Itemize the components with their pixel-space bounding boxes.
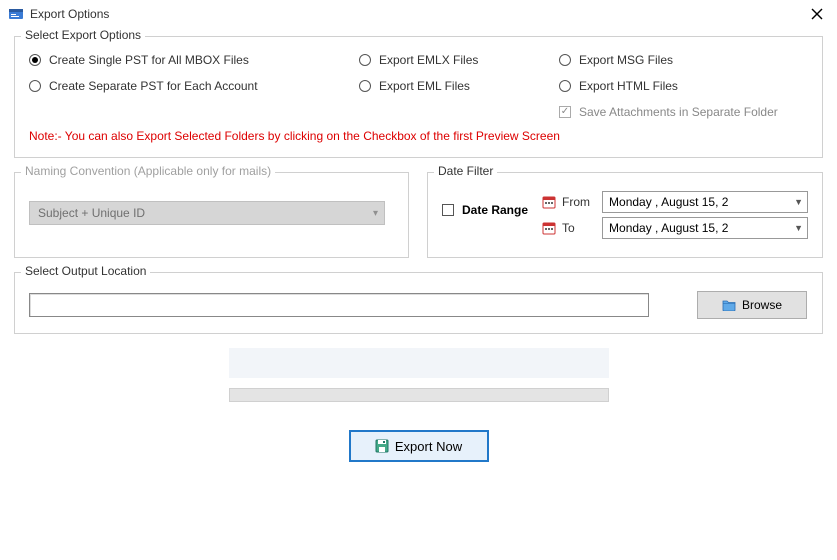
radio-icon (359, 54, 371, 66)
export-now-label: Export Now (395, 439, 462, 454)
radio-separate-pst[interactable]: Create Separate PST for Each Account (29, 79, 359, 93)
date-range-label: Date Range (462, 203, 528, 217)
radio-label: Create Separate PST for Each Account (49, 79, 258, 93)
save-attachments-checkbox: Save Attachments in Separate Folder (559, 105, 808, 119)
radio-icon (559, 80, 571, 92)
date-filter-group: Date Filter Date Range From Monday , Aug… (427, 172, 823, 258)
checkbox-icon (559, 106, 571, 118)
radio-icon (559, 54, 571, 66)
date-from-value: Monday , August 15, 2 (609, 195, 728, 209)
browse-button[interactable]: Browse (697, 291, 807, 319)
window-title: Export Options (30, 7, 109, 21)
naming-convention-select: Subject + Unique ID ▾ (29, 201, 385, 225)
radio-icon (29, 80, 41, 92)
progress-bar (229, 388, 609, 402)
title-bar: Export Options (0, 0, 837, 28)
radio-label: Export EML Files (379, 79, 470, 93)
output-location-legend: Select Output Location (21, 264, 150, 278)
export-now-button[interactable]: Export Now (349, 430, 489, 462)
date-filter-legend: Date Filter (434, 164, 497, 178)
radio-label: Create Single PST for All MBOX Files (49, 53, 249, 67)
date-to-label: To (562, 221, 602, 235)
chevron-down-icon: ▾ (373, 208, 378, 219)
naming-convention-legend: Naming Convention (Applicable only for m… (21, 164, 275, 178)
checkbox-icon (442, 204, 454, 216)
naming-convention-group: Naming Convention (Applicable only for m… (14, 172, 409, 258)
radio-icon (29, 54, 41, 66)
calendar-icon (542, 221, 556, 235)
browse-button-label: Browse (742, 298, 782, 312)
export-options-group: Select Export Options Create Single PST … (14, 36, 823, 158)
output-path-input[interactable] (29, 293, 649, 317)
close-button[interactable] (805, 2, 829, 26)
date-to-picker[interactable]: Monday , August 15, 2 ▼ (602, 217, 808, 239)
folder-icon (722, 299, 736, 311)
radio-html[interactable]: Export HTML Files (559, 79, 759, 93)
middle-row: Naming Convention (Applicable only for m… (14, 172, 823, 272)
date-to-value: Monday , August 15, 2 (609, 221, 728, 235)
checkbox-label: Save Attachments in Separate Folder (579, 105, 778, 119)
radio-icon (359, 80, 371, 92)
chevron-down-icon: ▼ (794, 223, 803, 233)
radio-single-pst[interactable]: Create Single PST for All MBOX Files (29, 53, 359, 67)
progress-area (14, 348, 823, 402)
date-range-checkbox[interactable]: Date Range (442, 203, 528, 217)
date-from-picker[interactable]: Monday , August 15, 2 ▼ (602, 191, 808, 213)
export-options-legend: Select Export Options (21, 28, 145, 42)
export-options-note: Note:- You can also Export Selected Fold… (29, 129, 808, 143)
app-icon (8, 6, 24, 22)
naming-convention-value: Subject + Unique ID (38, 206, 145, 220)
radio-label: Export MSG Files (579, 53, 673, 67)
chevron-down-icon: ▼ (794, 197, 803, 207)
calendar-icon (542, 195, 556, 209)
output-location-group: Select Output Location Browse (14, 272, 823, 334)
radio-label: Export EMLX Files (379, 53, 478, 67)
radio-emlx[interactable]: Export EMLX Files (359, 53, 559, 67)
radio-msg[interactable]: Export MSG Files (559, 53, 759, 67)
date-from-label: From (562, 195, 602, 209)
export-options-radios: Create Single PST for All MBOX Files Exp… (29, 47, 808, 99)
save-icon (375, 439, 389, 453)
radio-label: Export HTML Files (579, 79, 678, 93)
radio-eml[interactable]: Export EML Files (359, 79, 559, 93)
status-text-box (229, 348, 609, 378)
window-client: Select Export Options Create Single PST … (0, 28, 837, 462)
